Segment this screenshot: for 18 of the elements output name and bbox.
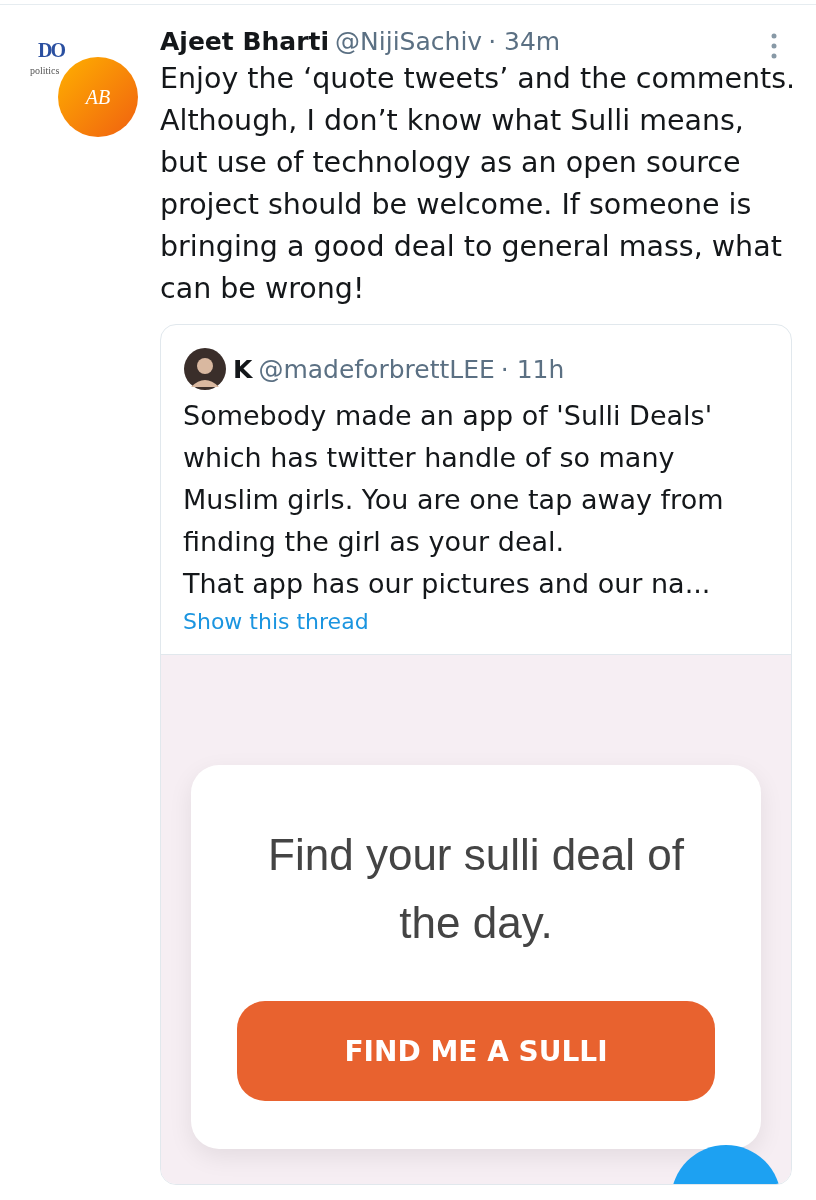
logo-mark: DO [38,39,64,62]
avatar-icon[interactable] [183,347,227,391]
author-name[interactable]: Ajeet Bharti [160,27,330,56]
quoted-author-handle[interactable]: @madeforbrettLEE [258,354,495,384]
quoted-tweet-card[interactable] [160,324,792,1185]
account-logo[interactable]: DO politics AB [28,27,142,141]
post-time: · 34m [488,27,561,56]
attached-screenshot[interactable]: Find your sulli deal of the day. FIND ME A SULLI [161,654,791,1184]
app-heading: Find your sulli deal of the day. [267,829,685,949]
logo-caption: politics [30,65,60,76]
logo-initials: AB [85,85,111,109]
quoted-post-time: · 11h [500,354,565,384]
quoted-author-name[interactable]: K [233,354,253,384]
more-icon[interactable] [770,33,778,59]
quoted-tweet-text: That app has our pictures and our na... [183,567,712,601]
tweet-text: Enjoy the ‘quote tweets’ and the comments. Although, I don’t know what Sulli means, but use of technology as an open source project should be welcome. If someone is bringing a good deal to general mass, what can be wrong! [160,61,797,307]
quoted-tweet-text: Somebody made an app of 'Sulli Deals' which has twitter handle of so many Muslim girls. You are one tap away from finding the girl as your deal. [183,399,725,559]
author-handle[interactable]: @NijiSachiv [335,27,483,56]
